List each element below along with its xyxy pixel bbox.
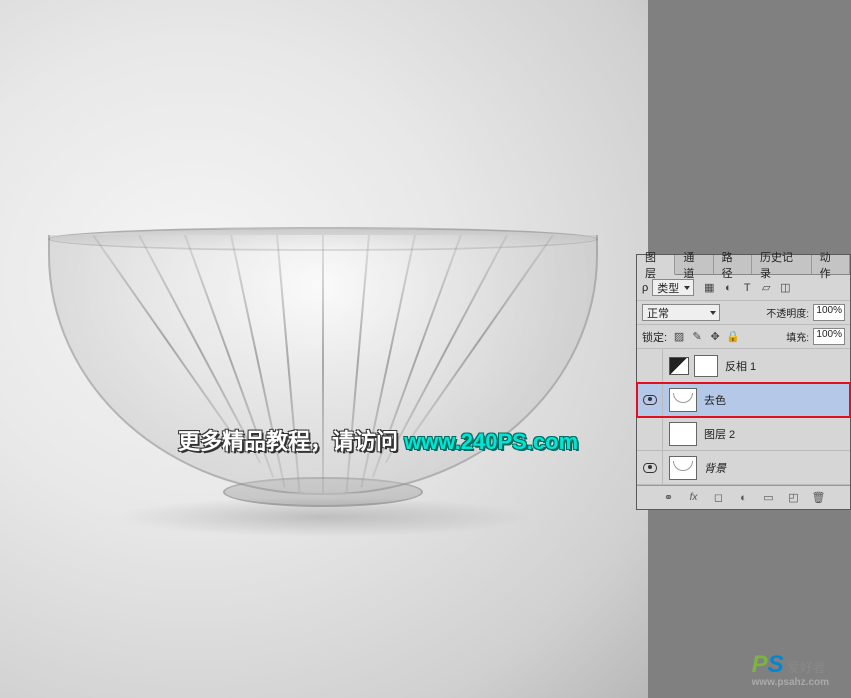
eye-icon: [643, 463, 657, 473]
lock-row: 锁定: ▨ ✎ ✥ 🔒 填充: 100%: [637, 325, 850, 349]
bowl-body: [48, 235, 598, 495]
link-icon[interactable]: ⚭: [661, 491, 677, 505]
blend-mode-dropdown[interactable]: 正常: [642, 304, 720, 321]
mask-icon[interactable]: ◻: [711, 491, 727, 505]
lock-position-icon[interactable]: ✥: [707, 329, 723, 345]
adjustment-icon[interactable]: ◐: [736, 491, 752, 505]
tab-layers[interactable]: 图层: [637, 255, 675, 275]
opacity-label: 不透明度:: [766, 305, 809, 320]
shape-filter-icon[interactable]: ▱: [759, 280, 773, 296]
watermark-url: www.240PS.com: [404, 429, 578, 454]
group-icon[interactable]: ▭: [761, 491, 777, 505]
layer-name[interactable]: 去色: [702, 392, 850, 408]
panel-footer: ⚭ fx ◻ ◐ ▭ ◰ 🗑: [637, 485, 850, 509]
lock-transparency-icon[interactable]: ▨: [671, 329, 687, 345]
layer-item-invert[interactable]: 反相 1: [637, 349, 850, 383]
adjustment-filter-icon[interactable]: ◐: [721, 280, 735, 296]
tab-paths[interactable]: 路径: [714, 255, 752, 274]
eye-icon: [643, 395, 657, 405]
fx-icon[interactable]: fx: [686, 491, 702, 505]
layers-panel: 图层 通道 路径 历史记录 动作 ρ 类型 ▦ ◐ T ▱ ◫ 正常 不透明度:…: [636, 254, 851, 510]
canvas-workspace[interactable]: 更多精品教程，请访问 www.240PS.com: [0, 0, 648, 698]
lock-label: 锁定:: [642, 329, 667, 345]
adjustment-thumb-icon: [669, 357, 689, 375]
layer-item-layer2[interactable]: 图层 2: [637, 417, 850, 451]
tab-history[interactable]: 历史记录: [752, 255, 812, 274]
tab-channels[interactable]: 通道: [675, 255, 713, 274]
visibility-toggle[interactable]: [637, 349, 663, 382]
smart-filter-icon[interactable]: ◫: [778, 280, 792, 296]
layer-thumb[interactable]: [669, 422, 697, 446]
layer-item-background[interactable]: 背景: [637, 451, 850, 485]
fill-label: 填充:: [786, 329, 809, 344]
layer-name[interactable]: 图层 2: [702, 426, 850, 442]
tab-actions[interactable]: 动作: [812, 255, 850, 274]
logo-site: www.psahz.com: [752, 677, 829, 688]
layer-thumb[interactable]: [669, 456, 697, 480]
blend-row: 正常 不透明度: 100%: [637, 301, 850, 325]
bowl-shadow: [113, 497, 533, 537]
lock-icons: ▨ ✎ ✥ 🔒: [671, 329, 741, 345]
filter-type-dropdown[interactable]: 类型: [652, 279, 694, 296]
trash-icon[interactable]: 🗑: [811, 491, 827, 505]
lock-pixels-icon[interactable]: ✎: [689, 329, 705, 345]
layer-mask-thumb[interactable]: [694, 355, 718, 377]
logo-s: S: [768, 651, 784, 678]
visibility-toggle[interactable]: [637, 417, 663, 450]
image-filter-icon[interactable]: ▦: [702, 280, 716, 296]
watermark-text: 更多精品教程，请访问 www.240PS.com: [178, 424, 578, 456]
new-layer-icon[interactable]: ◰: [786, 491, 802, 505]
watermark-logo: PS爱好者 www.psahz.com: [752, 651, 829, 688]
filter-row: ρ 类型 ▦ ◐ T ▱ ◫: [637, 275, 850, 301]
watermark-prefix: 更多精品教程，请访问: [178, 429, 404, 454]
layer-item-desaturate[interactable]: 去色: [637, 383, 850, 417]
text-filter-icon[interactable]: T: [740, 280, 754, 296]
lock-all-icon[interactable]: 🔒: [725, 329, 741, 345]
layer-name[interactable]: 反相 1: [723, 358, 850, 374]
layer-name[interactable]: 背景: [702, 460, 850, 476]
logo-p: P: [752, 651, 768, 678]
fill-input[interactable]: 100%: [813, 328, 845, 345]
layers-list: 反相 1 去色 图层 2 背景: [637, 349, 850, 485]
filter-icons: ▦ ◐ T ▱ ◫: [702, 280, 792, 296]
layer-thumb[interactable]: [669, 388, 697, 412]
bowl-image: [48, 235, 598, 545]
opacity-input[interactable]: 100%: [813, 304, 845, 321]
panel-tabs: 图层 通道 路径 历史记录 动作: [637, 255, 850, 275]
visibility-toggle[interactable]: [637, 383, 663, 416]
visibility-toggle[interactable]: [637, 451, 663, 484]
logo-sub: 爱好者: [787, 660, 826, 675]
